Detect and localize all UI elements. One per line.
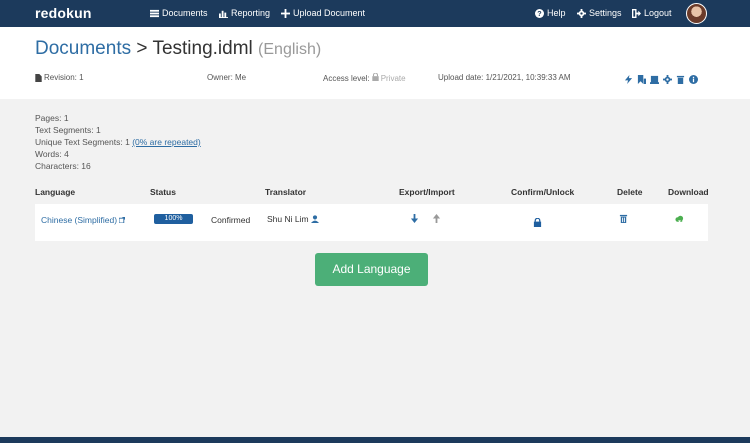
translator-cell: Shu Ni Lim (267, 214, 319, 224)
arrow-up-icon (432, 214, 441, 223)
nav-documents-label: Documents (162, 8, 208, 18)
user-icon[interactable] (310, 215, 319, 223)
column-header-delete: Delete (617, 187, 643, 197)
top-nav: redokun Documents Reporting Upload Docum… (0, 0, 750, 27)
export-button[interactable] (410, 214, 419, 225)
nav-reporting[interactable]: Reporting (219, 8, 270, 18)
document-language: (English) (258, 41, 322, 58)
owner-label: Owner: Me (207, 73, 247, 82)
breadcrumb-separator: > (136, 38, 148, 59)
cloud-download-icon (675, 215, 684, 223)
column-header-confirm-unlock: Confirm/Unlock (511, 187, 575, 197)
revision-info: Revision: 1 (35, 73, 84, 82)
upload-date-info: Upload date: 1/21/2021, 10:39:33 AM (438, 73, 571, 82)
external-link-icon (119, 217, 126, 223)
file-icon (35, 73, 42, 82)
document-stats: Pages: 1 Text Segments: 1 Unique Text Se… (35, 112, 201, 172)
language-link-label: Chinese (Simplified) (41, 215, 118, 225)
bar-chart-icon (219, 10, 228, 18)
column-header-export-import: Export/Import (399, 187, 455, 197)
avatar[interactable] (686, 3, 707, 24)
page-title: Documents > Testing.idml (English) (35, 38, 321, 60)
lock-icon (533, 217, 542, 227)
nav-help[interactable]: ? Help (535, 8, 566, 18)
delete-button[interactable] (619, 214, 628, 225)
column-header-language: Language (35, 187, 76, 197)
owner-info: Owner: Me (207, 73, 246, 82)
book-icon[interactable] (650, 75, 659, 84)
repeated-link[interactable]: (0% are repeated) (132, 137, 201, 147)
stat-unique-label: Unique Text Segments: 1 (35, 137, 130, 147)
lock-icon (371, 72, 379, 83)
nav-reporting-label: Reporting (231, 8, 271, 18)
document-filename: Testing.idml (152, 38, 253, 59)
question-icon: ? (535, 8, 544, 18)
footer-bar (0, 437, 750, 443)
nav-logout[interactable]: Logout (632, 8, 672, 18)
stat-characters: Characters: 16 (35, 161, 91, 171)
stat-pages: Pages: 1 (35, 113, 69, 123)
list-icon (150, 9, 159, 17)
stat-unique-segments: Unique Text Segments: 1 (0% are repeated… (35, 136, 201, 148)
trash-icon (619, 214, 628, 223)
revision-label: Revision: 1 (44, 73, 84, 82)
access-level-value: Private (380, 73, 406, 83)
upload-date-label: Upload date: 1/21/2021, 10:39:33 AM (438, 73, 571, 82)
nav-logout-label: Logout (644, 8, 672, 18)
unlock-button[interactable] (533, 217, 542, 229)
nav-help-label: Help (547, 8, 566, 18)
trash-icon[interactable] (676, 75, 685, 84)
column-header-translator: Translator (265, 187, 307, 197)
column-header-download: Download (668, 187, 709, 197)
bookmark-icon[interactable] (637, 75, 646, 84)
brand-logo[interactable]: redokun (35, 5, 92, 21)
arrow-down-icon (410, 214, 419, 223)
nav-settings-label: Settings (589, 8, 622, 18)
breadcrumb-documents[interactable]: Documents (35, 38, 131, 59)
document-header: Documents > Testing.idml (English) Revis… (0, 27, 750, 99)
gear-icon[interactable] (663, 75, 672, 84)
nav-upload-label: Upload Document (293, 8, 366, 18)
bolt-icon[interactable] (624, 75, 633, 84)
svg-text:?: ? (537, 9, 541, 18)
nav-documents[interactable]: Documents (150, 8, 208, 18)
plus-icon (281, 8, 290, 18)
progress-badge: 100% (154, 214, 193, 224)
nav-upload-document[interactable]: Upload Document (281, 8, 365, 18)
info-icon[interactable] (689, 75, 698, 84)
gear-icon (577, 8, 586, 18)
nav-settings[interactable]: Settings (577, 8, 622, 18)
stat-words: Words: 4 (35, 149, 69, 159)
add-language-button[interactable]: Add Language (315, 253, 428, 286)
download-button[interactable] (675, 215, 684, 226)
column-header-status: Status (150, 187, 176, 197)
access-level-label: Access level: (323, 73, 370, 83)
import-button[interactable] (432, 214, 441, 225)
translator-name: Shu Ni Lim (267, 214, 309, 224)
access-level-info: Access level: Private (323, 72, 406, 83)
logout-icon (632, 8, 641, 18)
table-row: Chinese (Simplified) 100% Confirmed Shu … (35, 204, 708, 241)
document-toolbar (624, 75, 698, 84)
language-link[interactable]: Chinese (Simplified) (41, 215, 126, 225)
stat-text-segments: Text Segments: 1 (35, 125, 101, 135)
status-text: Confirmed (211, 215, 251, 225)
